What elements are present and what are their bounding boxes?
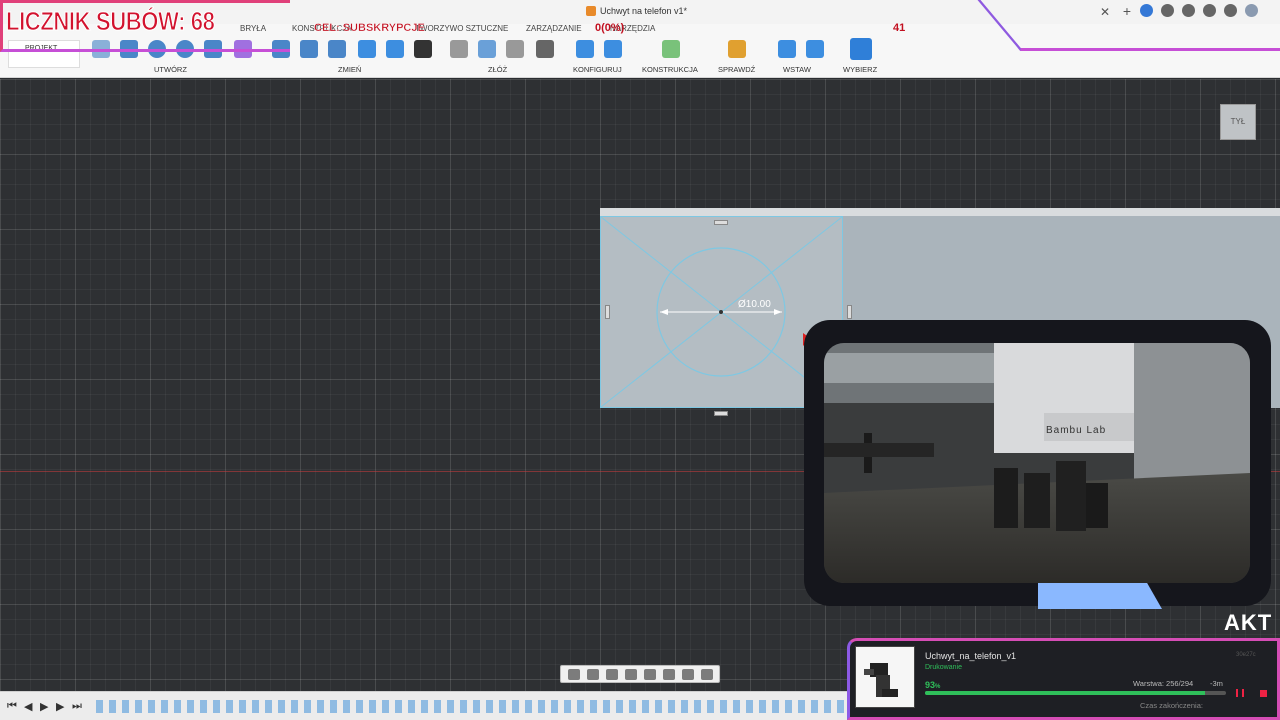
- display-settings-icon[interactable]: [662, 668, 675, 680]
- stop-icon[interactable]: [1260, 690, 1267, 697]
- timeline-first-icon[interactable]: ⏮: [7, 700, 17, 713]
- print-finish-label: Czas zakończenia:: [1140, 701, 1203, 710]
- print-percent-unit: %: [935, 684, 941, 690]
- sketch-handle-top[interactable]: [714, 220, 728, 225]
- print-thumbnail: [855, 646, 915, 708]
- pause-icon[interactable]: [1236, 689, 1244, 697]
- pan-icon[interactable]: [605, 668, 618, 680]
- timeline-features[interactable]: [96, 700, 846, 713]
- timeline-next-icon[interactable]: ▶: [56, 700, 64, 713]
- goal-max: 41: [893, 22, 906, 34]
- zoom-icon[interactable]: [624, 668, 637, 680]
- view-cube[interactable]: TYŁ: [1220, 104, 1256, 140]
- phone-holder-thumbnail-icon: [864, 663, 898, 697]
- printer-brand-label: Bambu Lab: [1046, 425, 1107, 436]
- print-progress-bar: [925, 691, 1226, 695]
- print-percent: 93%: [925, 680, 940, 690]
- print-job-name: Uchwyt_na_telefon_v1: [925, 651, 1017, 661]
- timeline-last-icon[interactable]: ⏭: [72, 700, 82, 713]
- fit-icon[interactable]: [643, 668, 656, 680]
- screen: Uchwyt na telefon v1* ✕ + BRYŁA KONSTRUK…: [0, 0, 1280, 720]
- camera-tab: [1038, 583, 1162, 609]
- dimension-arrow-right: [774, 309, 782, 315]
- print-status: Drukowanie: [925, 664, 962, 671]
- print-progress-fill: [925, 691, 1205, 695]
- sketch-handle-bottom[interactable]: [714, 411, 728, 416]
- circle-center-point: [719, 310, 723, 314]
- orbit-icon[interactable]: [567, 668, 580, 680]
- sketch-handle-left[interactable]: [605, 305, 610, 319]
- overlay-frame-right: [975, 0, 1280, 51]
- timeline-prev-icon[interactable]: ◀: [24, 700, 32, 713]
- akt-label: AKT: [1224, 610, 1273, 635]
- goal-label: CEL: SUBSKRYPCJE: [314, 22, 425, 34]
- printer-camera-image: [824, 343, 1250, 583]
- printer-camera-feed: Bambu Lab: [824, 343, 1250, 583]
- print-percent-value: 93: [925, 680, 936, 690]
- print-layer: Warstwa: 256/294: [1133, 679, 1194, 688]
- viewports-icon[interactable]: [700, 668, 713, 680]
- viewcube-face-label: TYŁ: [1230, 117, 1246, 126]
- grid-settings-icon[interactable]: [681, 668, 694, 680]
- dimension-arrow-left: [660, 309, 668, 315]
- print-remaining-time: -3m: [1210, 679, 1223, 688]
- look-at-icon[interactable]: [586, 668, 599, 680]
- navigation-bar: [560, 665, 720, 683]
- timeline: ⏮ ◀ ▶ ▶ ⏭: [0, 691, 850, 720]
- dimension-label[interactable]: Ø10.00: [738, 299, 771, 310]
- subscriber-counter: LICZNIK SUBÓW: 68: [6, 6, 216, 37]
- timeline-play-icon[interactable]: ▶: [40, 700, 48, 713]
- goal-count: 0(0%): [595, 22, 625, 34]
- print-job-id: 30e27c: [1236, 652, 1256, 658]
- sketch-handle-right[interactable]: [847, 305, 852, 319]
